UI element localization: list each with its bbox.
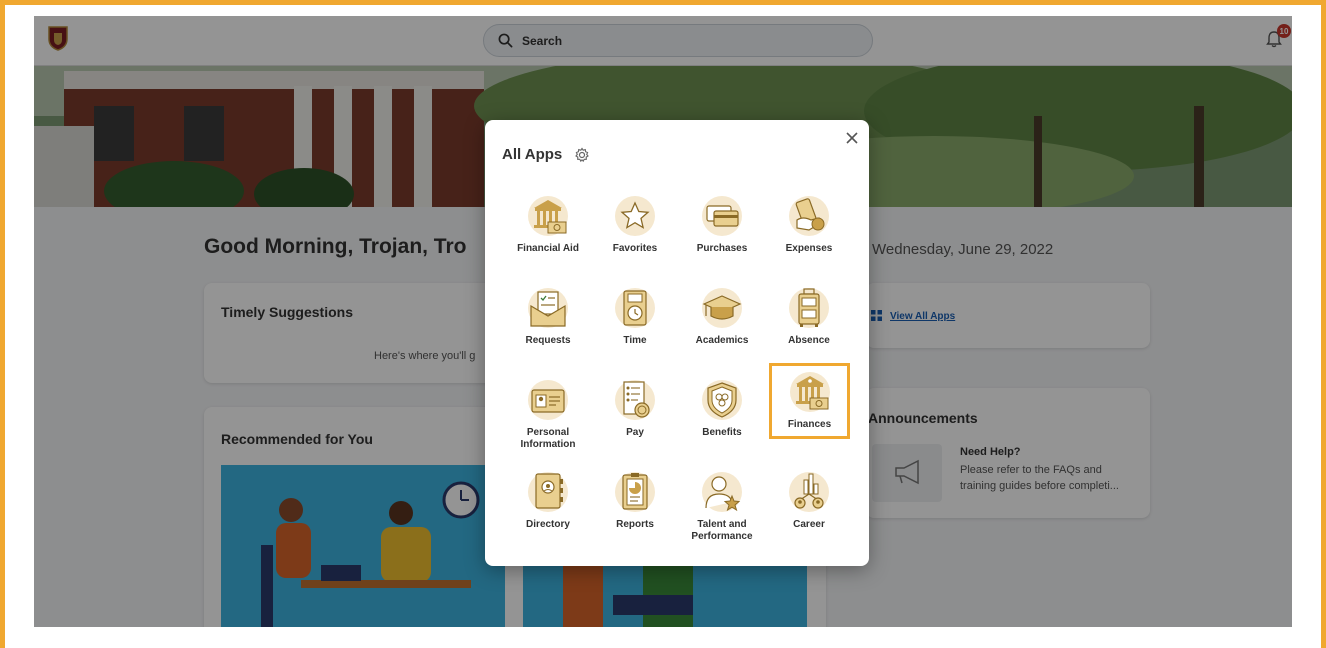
- app-label: Talent and Performance: [691, 519, 753, 542]
- app-tile-financial-aid[interactable]: Financial Aid: [506, 187, 590, 269]
- app-tile-personal-information[interactable]: Personal Information: [506, 371, 590, 453]
- all-apps-modal: All Apps Financial Aid Favorites Purchas…: [485, 120, 869, 566]
- clock-icon: [615, 288, 655, 328]
- app-tile-career[interactable]: Career: [767, 463, 851, 545]
- app-tile-finances[interactable]: Finances: [769, 363, 850, 439]
- app-label: Requests: [525, 335, 571, 346]
- receipt-coin-icon: [615, 380, 655, 420]
- bank-cash-icon: [528, 196, 568, 236]
- app-tile-time[interactable]: Time: [593, 279, 677, 361]
- app-label: Absence: [788, 335, 830, 346]
- close-icon[interactable]: [845, 131, 859, 145]
- address-book-icon: [528, 472, 568, 512]
- app-tile-absence[interactable]: Absence: [767, 279, 851, 361]
- app-tile-directory[interactable]: Directory: [506, 463, 590, 545]
- app-label: Financial Aid: [517, 243, 579, 254]
- report-clipboard-icon: [615, 472, 655, 512]
- app-label: Expenses: [785, 243, 833, 254]
- app-label: Academics: [695, 335, 749, 346]
- app-tile-academics[interactable]: Academics: [680, 279, 764, 361]
- app-tile-reports[interactable]: Reports: [593, 463, 677, 545]
- person-star-icon: [702, 472, 742, 512]
- app-tile-requests[interactable]: Requests: [506, 279, 590, 361]
- app-tile-talent-and-performance[interactable]: Talent and Performance: [680, 463, 764, 545]
- app-label: Career: [793, 519, 825, 530]
- gear-icon[interactable]: [574, 147, 590, 163]
- app-label: Favorites: [612, 243, 658, 254]
- app-tile-purchases[interactable]: Purchases: [680, 187, 764, 269]
- id-card-icon: [528, 380, 568, 420]
- star-icon: [615, 196, 655, 236]
- app-tile-pay[interactable]: Pay: [593, 371, 677, 453]
- app-label: Reports: [616, 519, 654, 530]
- envelope-checklist-icon: [528, 288, 568, 328]
- app-label: Directory: [526, 519, 570, 530]
- suitcase-icon: [789, 288, 829, 328]
- app-label: Time: [623, 335, 647, 346]
- app-label: Finances: [787, 419, 832, 430]
- app-tile-favorites[interactable]: Favorites: [593, 187, 677, 269]
- app-tile-benefits[interactable]: Benefits: [680, 371, 764, 453]
- app-label: Pay: [626, 427, 644, 438]
- app-tile-expenses[interactable]: Expenses: [767, 187, 851, 269]
- app-label: Purchases: [696, 243, 748, 254]
- shield-icon: [702, 380, 742, 420]
- graduation-cap-icon: [702, 288, 742, 328]
- app-label: Benefits: [702, 427, 742, 438]
- career-ladder-icon: [789, 472, 829, 512]
- modal-title: All Apps: [502, 146, 563, 163]
- app-label: Personal Information: [520, 427, 576, 450]
- credit-card-icon: [702, 196, 742, 236]
- bank-cash-icon: [789, 372, 830, 412]
- money-hand-icon: [789, 196, 829, 236]
